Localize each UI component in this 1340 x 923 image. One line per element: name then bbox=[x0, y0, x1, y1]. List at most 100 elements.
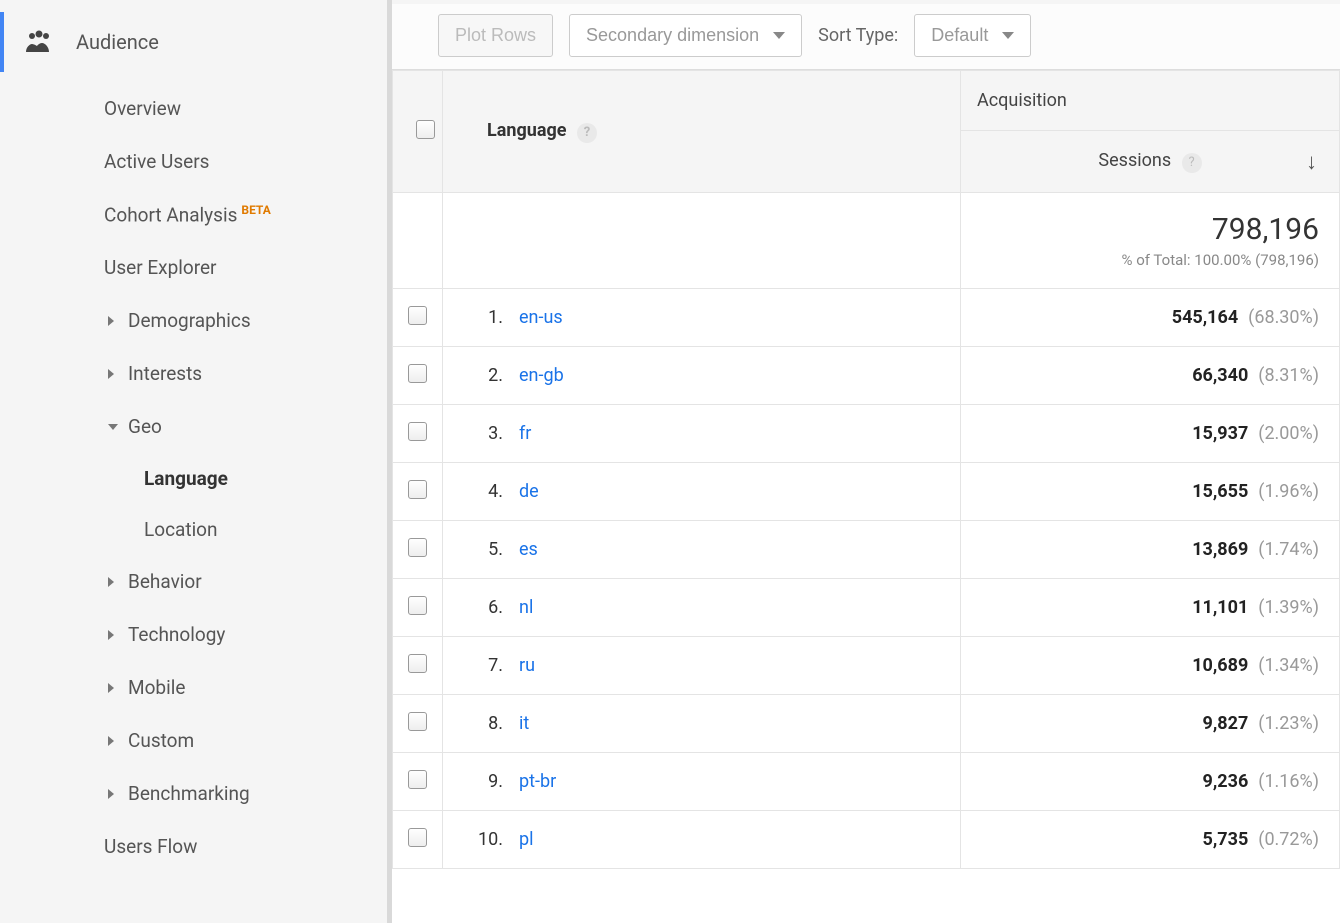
column-group-acquisition: Acquisition bbox=[961, 71, 1340, 131]
row-checkbox[interactable] bbox=[408, 828, 427, 847]
sessions-value: 13,869 bbox=[1192, 539, 1248, 560]
nav-subitem-location[interactable]: Location bbox=[0, 504, 387, 555]
row-rank: 9. bbox=[467, 771, 503, 792]
sessions-pct: (1.96%) bbox=[1258, 481, 1319, 502]
sessions-value: 11,101 bbox=[1192, 597, 1248, 618]
row-checkbox[interactable] bbox=[408, 770, 427, 789]
caret-right-icon bbox=[108, 736, 114, 746]
audience-icon bbox=[24, 30, 54, 54]
row-rank: 7. bbox=[467, 655, 503, 676]
language-link[interactable]: pt-br bbox=[519, 771, 556, 792]
summary-subtext: % of Total: 100.00% (798,196) bbox=[961, 251, 1319, 269]
language-link[interactable]: en-gb bbox=[519, 365, 564, 386]
help-icon[interactable]: ? bbox=[1182, 153, 1202, 173]
nav-item-technology[interactable]: Technology bbox=[0, 608, 387, 661]
sessions-value: 15,655 bbox=[1192, 481, 1248, 502]
chevron-down-icon bbox=[1002, 32, 1014, 39]
sessions-value: 10,689 bbox=[1192, 655, 1248, 676]
language-link[interactable]: en-us bbox=[519, 307, 563, 328]
nav-item-overview[interactable]: Overview bbox=[0, 82, 387, 135]
row-checkbox[interactable] bbox=[408, 712, 427, 731]
row-rank: 3. bbox=[467, 423, 503, 444]
nav-item-interests[interactable]: Interests bbox=[0, 347, 387, 400]
language-link[interactable]: nl bbox=[519, 597, 533, 618]
sessions-value: 15,937 bbox=[1192, 423, 1248, 444]
row-checkbox[interactable] bbox=[408, 364, 427, 383]
row-checkbox[interactable] bbox=[408, 480, 427, 499]
table-row: 4. de 15,655 (1.96%) bbox=[393, 463, 1340, 521]
row-checkbox[interactable] bbox=[408, 422, 427, 441]
report-table: Language ? Acquisition Sessions ? ↓ 7 bbox=[392, 70, 1340, 923]
caret-right-icon bbox=[108, 577, 114, 587]
table-row: 5. es 13,869 (1.74%) bbox=[393, 521, 1340, 579]
plot-rows-button[interactable]: Plot Rows bbox=[438, 14, 553, 57]
row-checkbox[interactable] bbox=[408, 306, 427, 325]
sessions-pct: (1.34%) bbox=[1258, 655, 1319, 676]
main: Plot Rows Secondary dimension Sort Type:… bbox=[392, 4, 1340, 923]
nav-item-cohort-analysis[interactable]: Cohort AnalysisBETA bbox=[0, 188, 387, 241]
language-link[interactable]: es bbox=[519, 539, 538, 560]
sessions-value: 9,236 bbox=[1203, 771, 1249, 792]
nav-item-active-users[interactable]: Active Users bbox=[0, 135, 387, 188]
row-rank: 2. bbox=[467, 365, 503, 386]
sessions-pct: (68.30%) bbox=[1248, 307, 1319, 328]
caret-right-icon bbox=[108, 316, 114, 326]
table-row: 3. fr 15,937 (2.00%) bbox=[393, 405, 1340, 463]
sort-type-label: Sort Type: bbox=[818, 25, 898, 46]
nav-sub-geo: Language Location bbox=[0, 453, 387, 555]
help-icon[interactable]: ? bbox=[577, 123, 597, 143]
nav-item-mobile[interactable]: Mobile bbox=[0, 661, 387, 714]
nav-item-geo[interactable]: Geo bbox=[0, 400, 387, 453]
nav-item-user-explorer[interactable]: User Explorer bbox=[0, 241, 387, 294]
select-all-header[interactable] bbox=[393, 71, 443, 193]
sessions-pct: (1.23%) bbox=[1258, 713, 1319, 734]
table-row: 7. ru 10,689 (1.34%) bbox=[393, 637, 1340, 695]
sessions-pct: (1.16%) bbox=[1258, 771, 1319, 792]
table-row: 10. pl 5,735 (0.72%) bbox=[393, 811, 1340, 869]
language-link[interactable]: it bbox=[519, 713, 529, 734]
language-link[interactable]: pl bbox=[519, 829, 533, 850]
nav-item-behavior[interactable]: Behavior bbox=[0, 555, 387, 608]
sort-desc-icon: ↓ bbox=[1306, 149, 1317, 175]
nav-item-custom[interactable]: Custom bbox=[0, 714, 387, 767]
row-checkbox[interactable] bbox=[408, 596, 427, 615]
caret-down-icon bbox=[108, 424, 118, 430]
row-checkbox[interactable] bbox=[408, 654, 427, 673]
row-checkbox[interactable] bbox=[408, 538, 427, 557]
sessions-pct: (1.39%) bbox=[1258, 597, 1319, 618]
sessions-value: 66,340 bbox=[1192, 365, 1248, 386]
row-rank: 4. bbox=[467, 481, 503, 502]
nav-item-users-flow[interactable]: Users Flow bbox=[0, 820, 387, 873]
column-header-language[interactable]: Language ? bbox=[443, 71, 961, 193]
sessions-pct: (1.74%) bbox=[1258, 539, 1319, 560]
sessions-value: 5,735 bbox=[1203, 829, 1249, 850]
row-rank: 8. bbox=[467, 713, 503, 734]
nav-item-demographics[interactable]: Demographics bbox=[0, 294, 387, 347]
sidebar: Audience Overview Active Users Cohort An… bbox=[0, 0, 392, 923]
nav-list: Overview Active Users Cohort AnalysisBET… bbox=[0, 82, 387, 873]
row-rank: 5. bbox=[467, 539, 503, 560]
nav-section-audience[interactable]: Audience bbox=[0, 12, 387, 72]
sort-type-dropdown[interactable]: Default bbox=[914, 14, 1031, 57]
row-rank: 10. bbox=[467, 829, 503, 850]
nav-item-benchmarking[interactable]: Benchmarking bbox=[0, 767, 387, 820]
sessions-value: 9,827 bbox=[1203, 713, 1249, 734]
language-link[interactable]: ru bbox=[519, 655, 535, 676]
sessions-pct: (2.00%) bbox=[1258, 423, 1319, 444]
chevron-down-icon bbox=[773, 32, 785, 39]
secondary-dimension-dropdown[interactable]: Secondary dimension bbox=[569, 14, 802, 57]
table-row: 8. it 9,827 (1.23%) bbox=[393, 695, 1340, 753]
sessions-pct: (0.72%) bbox=[1258, 829, 1319, 850]
language-link[interactable]: de bbox=[519, 481, 539, 502]
language-link[interactable]: fr bbox=[519, 423, 531, 444]
table-row: 1.en-us545,164(68.30%) bbox=[393, 289, 1340, 347]
column-header-sessions[interactable]: Sessions ? ↓ bbox=[961, 131, 1340, 193]
summary-row: 798,196 % of Total: 100.00% (798,196) bbox=[393, 193, 1340, 289]
row-rank: 6. bbox=[467, 597, 503, 618]
row-rank: 1. bbox=[467, 307, 503, 328]
nav-subitem-language[interactable]: Language bbox=[0, 453, 387, 504]
caret-right-icon bbox=[108, 369, 114, 379]
caret-right-icon bbox=[108, 789, 114, 799]
summary-total: 798,196 bbox=[961, 212, 1319, 247]
table-row: 6. nl 11,101 (1.39%) bbox=[393, 579, 1340, 637]
